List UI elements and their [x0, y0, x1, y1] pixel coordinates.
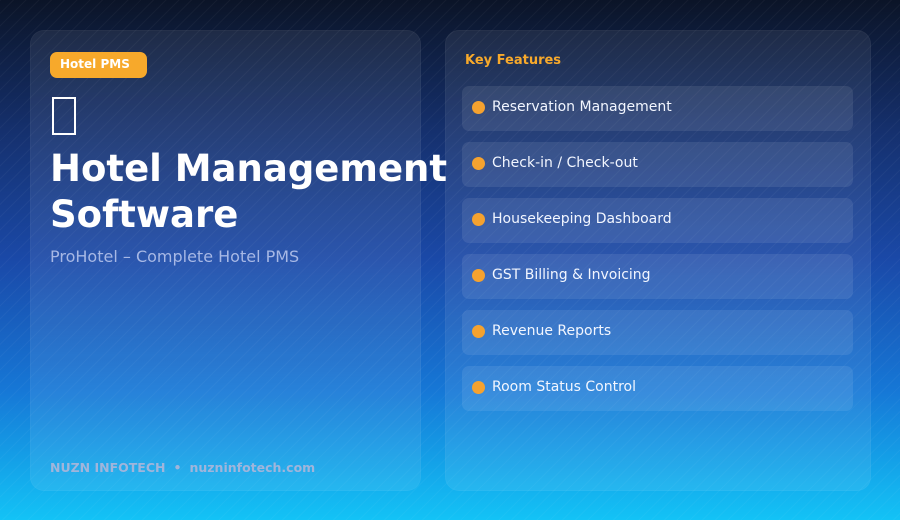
- title-line-2: Software: [50, 193, 239, 236]
- feature-item-reservation-management: Reservation Management: [462, 86, 853, 131]
- hotel-icon: [52, 97, 76, 135]
- company-website-link[interactable]: nuzninfotech.com: [189, 460, 315, 475]
- category-badge: Hotel PMS: [50, 52, 147, 78]
- footer-separator: •: [173, 460, 182, 475]
- feature-label: Room Status Control: [492, 379, 636, 395]
- features-heading: Key Features: [465, 53, 562, 68]
- feature-item-housekeeping-dashboard: Housekeeping Dashboard: [462, 198, 853, 243]
- title-line-1: Hotel Management: [50, 147, 448, 190]
- bullet-dot-icon: [472, 381, 485, 394]
- footer: NUZN INFOTECH • nuzninfotech.com: [50, 460, 315, 475]
- bullet-dot-icon: [472, 101, 485, 114]
- company-name: NUZN INFOTECH: [50, 460, 166, 475]
- feature-item-check-in-check-out: Check-in / Check-out: [462, 142, 853, 187]
- hero-card: Hotel PMS Hotel Management Software ProH…: [30, 30, 447, 491]
- feature-label: Check-in / Check-out: [492, 155, 638, 171]
- product-subtitle: ProHotel – Complete Hotel PMS: [50, 247, 300, 266]
- bullet-dot-icon: [472, 269, 485, 282]
- feature-item-room-status-control: Room Status Control: [462, 366, 853, 411]
- feature-item-gst-billing: GST Billing & Invoicing: [462, 254, 853, 299]
- page-title: Hotel Management Software: [50, 146, 447, 238]
- feature-label: Housekeeping Dashboard: [492, 211, 672, 227]
- feature-label: Reservation Management: [492, 99, 672, 115]
- feature-label: GST Billing & Invoicing: [492, 267, 651, 283]
- bullet-dot-icon: [472, 325, 485, 338]
- bullet-dot-icon: [472, 157, 485, 170]
- feature-label: Revenue Reports: [492, 323, 612, 339]
- feature-item-revenue-reports: Revenue Reports: [462, 310, 853, 355]
- bullet-dot-icon: [472, 213, 485, 226]
- features-card: Key Features Reservation Management Chec…: [445, 30, 871, 491]
